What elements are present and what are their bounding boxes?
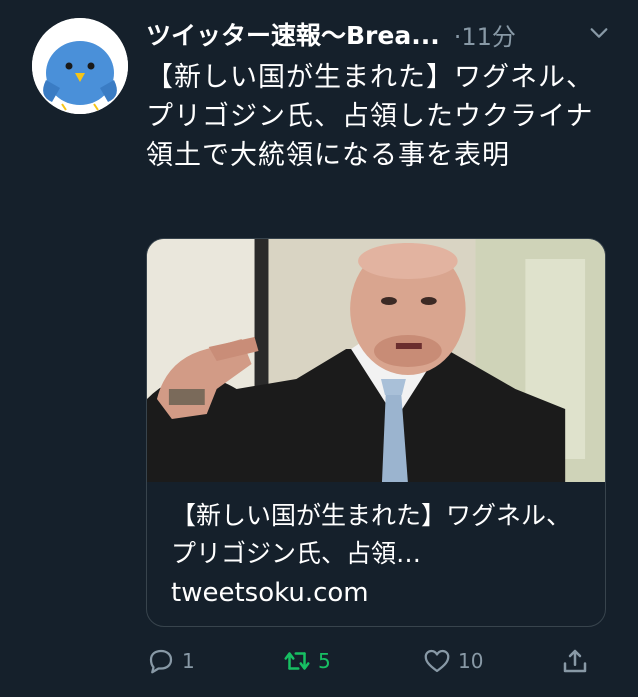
retweet-icon <box>284 652 310 670</box>
chevron-down-icon[interactable] <box>588 22 610 44</box>
bird-avatar-icon <box>32 18 128 114</box>
link-card[interactable]: 【新しい国が生まれた】ワグネル、プリゴジン氏、占領… tweetsoku.com <box>146 238 606 627</box>
share-icon <box>563 649 587 673</box>
reply-button[interactable]: 1 <box>146 646 195 676</box>
reply-count: 1 <box>182 649 195 673</box>
share-button[interactable] <box>560 646 596 676</box>
author-name[interactable]: ツイッター速報〜Brea... <box>146 16 440 52</box>
like-count: 10 <box>458 649 484 673</box>
like-button[interactable]: 10 <box>422 646 483 676</box>
author-avatar[interactable] <box>32 18 128 114</box>
card-image <box>147 239 605 482</box>
tweet-header: ツイッター速報〜Brea... ·11分 <box>146 14 618 54</box>
tweet-actions: 1 5 10 <box>146 646 598 682</box>
heart-icon <box>424 649 450 673</box>
card-domain: tweetsoku.com <box>171 578 369 608</box>
tweet-text: 【新しい国が生まれた】ワグネル、プリゴジン氏、占領したウクライナ領土で大統領にな… <box>146 62 594 171</box>
reply-icon <box>149 649 173 674</box>
retweet-count: 5 <box>318 649 331 673</box>
tweet-timestamp[interactable]: ·11分 <box>454 17 516 52</box>
retweet-button[interactable]: 5 <box>282 646 331 676</box>
card-title: 【新しい国が生まれた】ワグネル、プリゴジン氏、占領… <box>171 501 572 568</box>
